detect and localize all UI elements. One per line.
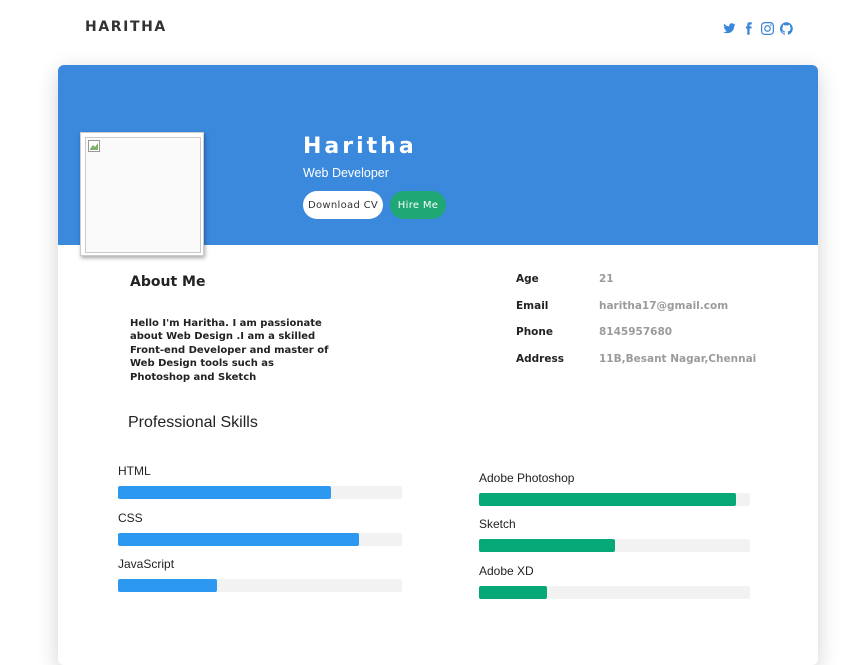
skill-fill: [118, 579, 218, 592]
brand-logo[interactable]: HARITHA: [85, 19, 167, 35]
skill-track: [118, 486, 402, 499]
download-cv-button[interactable]: Download CV: [303, 191, 383, 219]
github-icon[interactable]: [779, 21, 793, 35]
skill-track: [479, 539, 750, 552]
skill-fill: [118, 533, 360, 546]
info-label: Address: [516, 352, 564, 365]
info-label: Phone: [516, 326, 553, 338]
skill-photoshop: Adobe Photoshop: [479, 471, 750, 506]
skill-track: [118, 579, 402, 592]
skill-fill: [479, 493, 737, 506]
profile-name: Haritha: [303, 134, 417, 159]
profile-role: Web Developer: [303, 166, 389, 180]
skill-label: Adobe XD: [479, 564, 534, 578]
info-value: 8145957680: [599, 326, 673, 338]
hire-me-button[interactable]: Hire Me: [390, 191, 446, 219]
social-links: [722, 21, 793, 35]
broken-image-placeholder: [85, 137, 201, 253]
info-value: haritha17@gmail.com: [599, 299, 729, 312]
skill-track: [479, 586, 750, 599]
skill-track: [479, 493, 750, 506]
facebook-icon[interactable]: [741, 21, 755, 35]
avatar: [80, 132, 204, 256]
skills-title: Professional Skills: [128, 414, 258, 431]
skill-label: CSS: [118, 511, 143, 525]
broken-image-icon: [88, 140, 100, 152]
skill-label: JavaScript: [118, 557, 175, 571]
about-title: About Me: [130, 274, 206, 290]
about-text: Hello I'm Haritha. I am passionate about…: [130, 318, 329, 383]
twitter-icon[interactable]: [722, 21, 736, 35]
skill-label: Adobe Photoshop: [479, 471, 575, 485]
info-label: Email: [516, 299, 549, 312]
skill-fill: [479, 586, 547, 599]
skill-html: HTML: [118, 464, 402, 499]
skill-sketch: Sketch: [479, 517, 750, 552]
skill-label: HTML: [118, 464, 151, 478]
profile-card: Haritha Web Developer Download CV Hire M…: [58, 65, 818, 665]
skill-css: CSS: [118, 511, 402, 546]
skill-fill: [479, 539, 615, 552]
skill-label: Sketch: [479, 517, 516, 531]
info-label: Age: [516, 273, 539, 285]
skill-adobe-xd: Adobe XD: [479, 564, 750, 599]
info-value: 21: [599, 273, 614, 285]
skill-fill: [118, 486, 331, 499]
skill-javascript: JavaScript: [118, 557, 402, 592]
info-value: 11B,Besant Nagar,Chennai: [599, 352, 757, 365]
skill-track: [118, 533, 402, 546]
instagram-icon[interactable]: [760, 21, 774, 35]
top-navbar: HARITHA: [0, 0, 864, 60]
